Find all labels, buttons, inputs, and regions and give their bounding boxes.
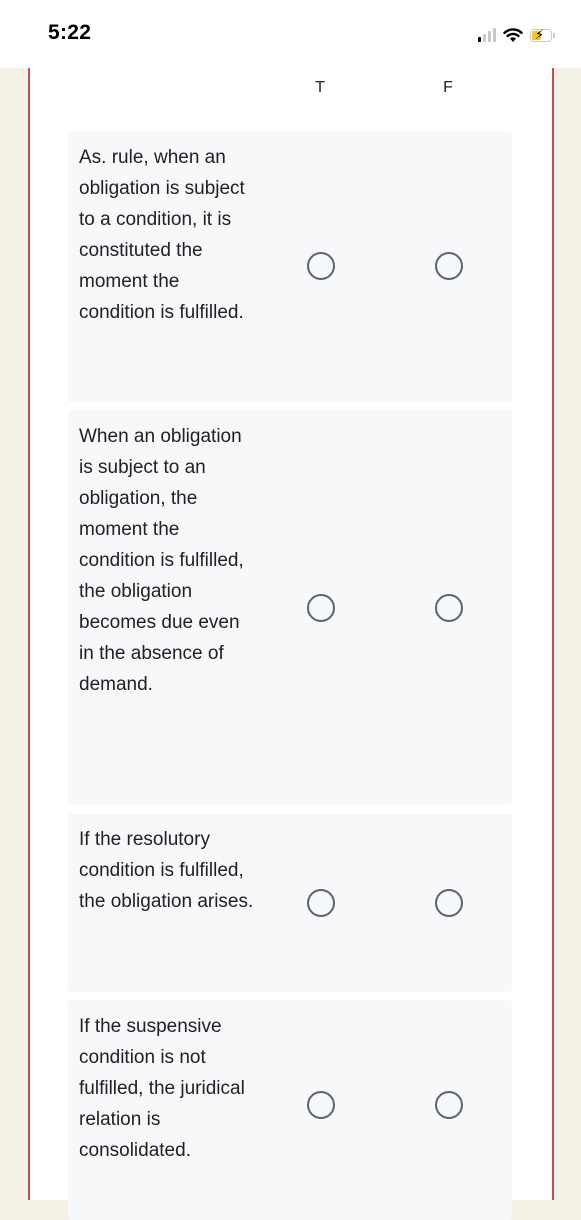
grid-row: When an obligation is subject to an obli… — [68, 410, 512, 805]
radio-false[interactable] — [435, 252, 463, 280]
cellular-signal-icon — [478, 28, 496, 42]
column-header-true: T — [315, 79, 325, 96]
radio-false[interactable] — [435, 1091, 463, 1119]
status-time: 5:22 — [48, 21, 92, 44]
status-icons: ⚡ — [478, 24, 555, 46]
battery-cap — [553, 32, 555, 38]
grid-row: As. rule, when an obligation is subject … — [68, 131, 512, 402]
status-bar: 5:22 ⚡ — [0, 0, 581, 68]
row-statement: If the suspensive condition is not fulfi… — [79, 1016, 245, 1161]
grid-row: If the suspensive condition is not fulfi… — [68, 1000, 512, 1220]
row-statement: As. rule, when an obligation is subject … — [79, 147, 245, 323]
radio-false[interactable] — [435, 889, 463, 917]
row-statement: If the resolutory condition is fulfilled… — [79, 829, 254, 912]
grid-row: If the resolutory condition is fulfilled… — [68, 813, 512, 992]
battery-charging-icon: ⚡ — [530, 27, 552, 42]
column-header-false: F — [443, 79, 453, 96]
wifi-icon — [503, 27, 523, 42]
radio-true[interactable] — [307, 252, 335, 280]
radio-true[interactable] — [307, 594, 335, 622]
radio-true[interactable] — [307, 1091, 335, 1119]
row-statement: When an obligation is subject to an obli… — [79, 426, 244, 695]
radio-true[interactable] — [307, 889, 335, 917]
radio-false[interactable] — [435, 594, 463, 622]
